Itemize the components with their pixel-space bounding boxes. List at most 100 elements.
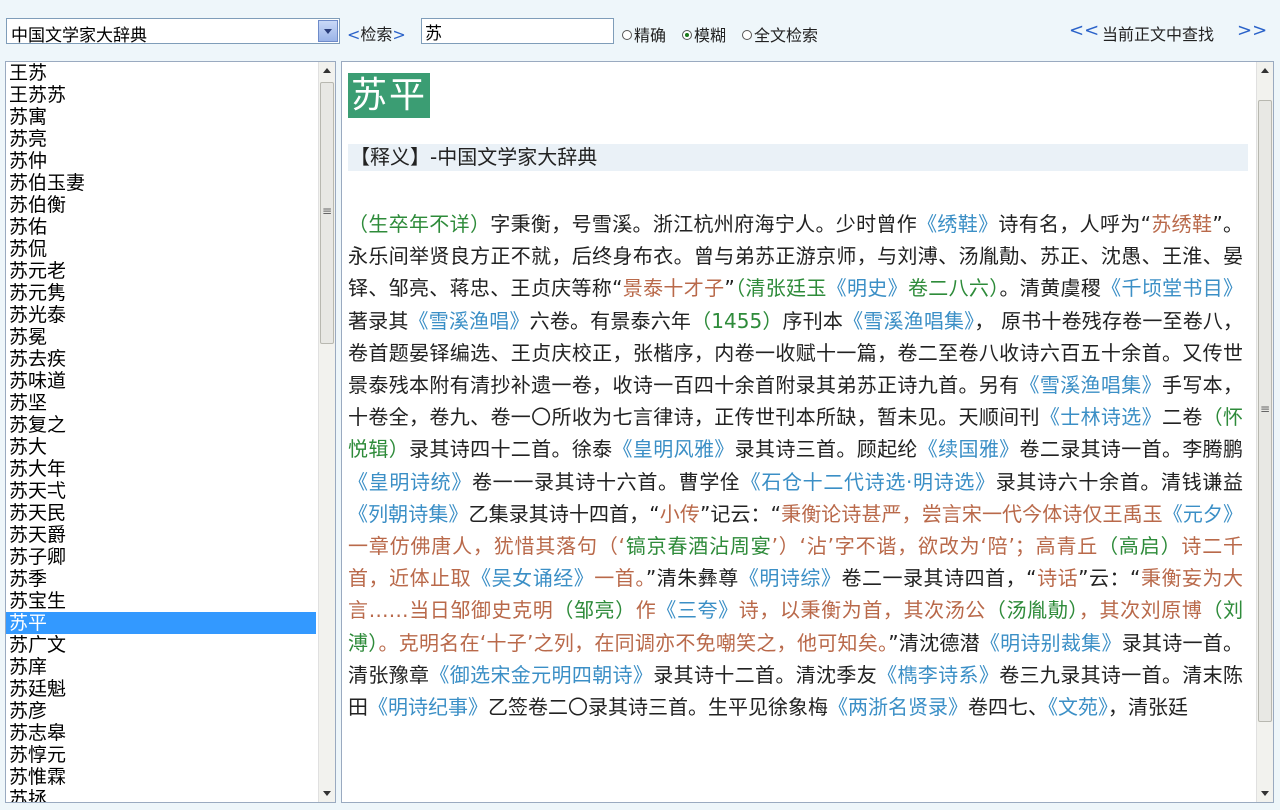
- text-segment: （高启）: [1098, 534, 1182, 559]
- text-segment: 一章仿佛唐人，犹惜其落句（‘: [348, 534, 626, 559]
- book-title-link[interactable]: 《皇明风雅》: [613, 437, 735, 461]
- list-item[interactable]: 苏亮: [6, 128, 316, 150]
- book-title-link[interactable]: 《皇明诗统》: [348, 470, 472, 494]
- list-item[interactable]: 苏志皋: [6, 722, 316, 744]
- search-label-right-bracket: >: [392, 25, 406, 44]
- book-title-link[interactable]: 《士林诗选》: [1040, 405, 1162, 429]
- chevron-down-icon[interactable]: [318, 20, 338, 42]
- radio-fulltext[interactable]: 全文检索: [742, 22, 818, 46]
- list-item[interactable]: 苏光泰: [6, 304, 316, 326]
- text-segment: 六卷。有景泰六年: [529, 308, 692, 333]
- content-scrollbar-track[interactable]: [1257, 62, 1273, 802]
- text-segment: ”清朱彝尊: [645, 566, 739, 591]
- scroll-up-icon[interactable]: [319, 62, 335, 79]
- text-segment: 录其诗四十二首。徐泰: [409, 437, 613, 462]
- find-prev-button[interactable]: <<: [1069, 20, 1099, 41]
- radio-exact[interactable]: 精确: [622, 22, 666, 46]
- book-title-link[interactable]: 《千顷堂书目》: [1101, 276, 1243, 300]
- list-item[interactable]: 苏拯: [6, 788, 316, 802]
- scroll-up-icon[interactable]: [1257, 62, 1273, 79]
- content-scrollbar[interactable]: [1256, 62, 1273, 802]
- book-title-link[interactable]: 《吴女诵经》: [471, 566, 594, 590]
- list-item[interactable]: 苏廷魁: [6, 678, 316, 700]
- list-item[interactable]: 苏仲: [6, 150, 316, 172]
- list-item[interactable]: 苏惇元: [6, 744, 316, 766]
- entry-body-text: （生卒年不详）字秉衡，号雪溪。浙江杭州府海宁人。少时曾作《绣鞋》诗有名，人呼为“…: [348, 208, 1243, 723]
- book-title-link[interactable]: 《三夸》: [656, 598, 738, 622]
- list-item[interactable]: 苏味道: [6, 370, 316, 392]
- list-item[interactable]: 苏元隽: [6, 282, 316, 304]
- book-title-link[interactable]: 《石仓十二代诗选·明诗选》: [741, 470, 996, 494]
- list-item[interactable]: 苏广文: [6, 634, 316, 656]
- list-item[interactable]: 苏子卿: [6, 546, 316, 568]
- list-item[interactable]: 苏惟霖: [6, 766, 316, 788]
- text-segment: 。清黄虞稷: [999, 276, 1102, 301]
- text-segment: 诗有名，人呼为“: [998, 212, 1152, 236]
- book-title-link[interactable]: 《元夕》: [1163, 502, 1243, 526]
- book-title-link[interactable]: 《檇李诗系》: [877, 663, 999, 687]
- book-title-link[interactable]: 《文苑》: [1048, 695, 1108, 719]
- list-item[interactable]: 苏坚: [6, 392, 316, 414]
- book-title-link[interactable]: 《明史》: [827, 276, 908, 300]
- text-segment: 一首。: [594, 566, 646, 591]
- list-item[interactable]: 苏伯玉妻: [6, 172, 316, 194]
- text-segment: ”记云：“: [699, 501, 782, 526]
- book-title-link[interactable]: 《雪溪渔唱》: [409, 309, 530, 333]
- dictionary-select[interactable]: 中国文学家大辞典: [6, 18, 340, 46]
- text-segment: 小传: [659, 501, 700, 526]
- radio-fuzzy-label: 模糊: [694, 26, 727, 45]
- text-segment: 苏绣鞋: [1151, 212, 1213, 236]
- headword-list: 王苏 王苏苏 苏寓 苏亮 苏仲 苏伯玉妻 苏伯衡 苏佑 苏侃 苏元老 苏元隽 苏光泰 苏冕 苏去疾 苏味道苏…: [5, 61, 336, 803]
- dictionary-select-value: 中国文学家大辞典: [11, 26, 147, 46]
- list-scrollbar[interactable]: [318, 62, 335, 802]
- book-title-link[interactable]: 《明诗综》: [739, 566, 842, 590]
- list-item[interactable]: 苏彦: [6, 700, 316, 722]
- radio-exact-indicator: [622, 30, 632, 40]
- list-item[interactable]: 苏大年: [6, 458, 316, 480]
- text-segment: 录其诗十二首。清沈季友: [653, 662, 878, 687]
- list-item[interactable]: 苏冕: [6, 326, 316, 348]
- book-title-link[interactable]: 《两浙名贤录》: [828, 695, 968, 719]
- book-title-link[interactable]: 《雪溪渔唱集》: [843, 309, 974, 333]
- list-item[interactable]: 苏伯衡: [6, 194, 316, 216]
- list-item[interactable]: 苏天爵: [6, 524, 316, 546]
- list-item[interactable]: 苏宝生: [6, 590, 316, 612]
- list-item[interactable]: 苏平: [6, 612, 316, 634]
- list-item[interactable]: 苏元老: [6, 260, 316, 282]
- list-item[interactable]: 王苏苏: [6, 84, 316, 106]
- book-title-link[interactable]: 《明诗别裁集》: [980, 631, 1122, 655]
- text-segment: （清张廷玉: [734, 276, 827, 301]
- text-segment: 著录其: [348, 308, 409, 333]
- search-input[interactable]: [421, 18, 614, 44]
- list-item[interactable]: 苏寓: [6, 106, 316, 128]
- book-title-link[interactable]: 《绣鞋》: [917, 212, 998, 236]
- text-segment: ，清张廷: [1108, 695, 1188, 720]
- list-item[interactable]: 苏庠: [6, 656, 316, 678]
- book-title-link[interactable]: 《续国雅》: [918, 437, 1020, 461]
- content-scroll-thumb[interactable]: [1258, 100, 1272, 722]
- list-item[interactable]: 苏侃: [6, 238, 316, 260]
- scroll-down-icon[interactable]: [1257, 785, 1273, 802]
- text-segment: 镐京春酒沾周宴: [625, 534, 772, 559]
- list-item[interactable]: 苏佑: [6, 216, 316, 238]
- book-title-link[interactable]: 《明诗纪事》: [368, 695, 488, 719]
- radio-fuzzy[interactable]: 模糊: [682, 22, 726, 46]
- list-item[interactable]: 苏大: [6, 436, 316, 458]
- scroll-down-icon[interactable]: [319, 785, 335, 802]
- list-item[interactable]: 苏天民: [6, 502, 316, 524]
- book-title-link[interactable]: 《御选宋金元明四朝诗》: [429, 663, 653, 687]
- text-segment: 卷四七、: [968, 695, 1048, 720]
- list-item[interactable]: 苏季: [6, 568, 316, 590]
- book-title-link[interactable]: 《雪溪渔唱集》: [1020, 373, 1162, 397]
- list-item[interactable]: 苏天弌: [6, 480, 316, 502]
- book-title-link[interactable]: 《列朝诗集》: [348, 502, 469, 526]
- find-next-button[interactable]: >>: [1237, 20, 1267, 41]
- list-item[interactable]: 王苏: [6, 62, 316, 84]
- list-scroll-thumb[interactable]: [320, 82, 334, 344]
- text-segment: ，其次刘原博: [1078, 598, 1203, 623]
- text-segment: 作: [635, 598, 657, 623]
- list-item[interactable]: 苏去疾: [6, 348, 316, 370]
- text-segment: ’）‘沾’字不谐，欲改为‘陪’；高青丘: [771, 534, 1099, 559]
- list-item[interactable]: 苏复之: [6, 414, 316, 436]
- search-label: <检索>: [347, 21, 406, 45]
